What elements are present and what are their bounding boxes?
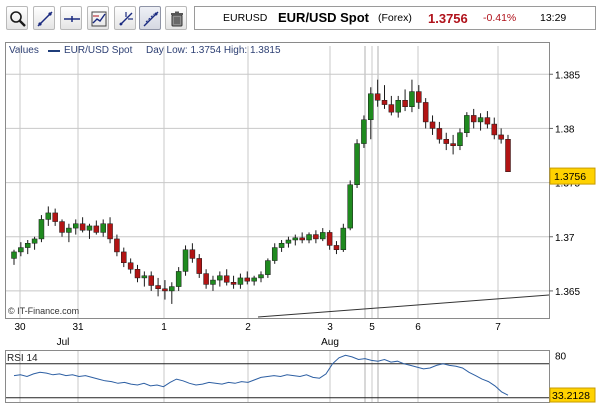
rsi-y-tick-label: 80	[555, 351, 567, 362]
draw-line-button[interactable]	[33, 6, 55, 30]
ticker-time: 13:29	[540, 12, 567, 24]
price-chart-frame	[5, 42, 550, 319]
horizontal-line-icon	[64, 16, 80, 22]
indicators-icon	[91, 11, 107, 27]
zoom-icon	[10, 11, 26, 27]
watermark: © IT-Finance.com	[8, 306, 80, 316]
y-tick-label: 1.375	[555, 179, 580, 190]
ticker-symbol: EURUSD	[223, 12, 268, 24]
delete-button[interactable]	[165, 6, 187, 30]
y-tick-label: 1.37	[555, 233, 575, 244]
x-month-label: Jul	[57, 337, 70, 348]
last-price-label: 1.3756	[554, 171, 586, 183]
legend-values-label: Values	[9, 45, 39, 56]
legend-day-range: Day Low: 1.3754 High: 1.3815	[146, 45, 281, 56]
y-tick-label: 1.38	[555, 124, 575, 135]
x-day-label: 7	[495, 322, 501, 333]
x-month-label: Aug	[321, 337, 339, 348]
trendline-tool-button[interactable]	[139, 6, 161, 30]
x-day-label: 6	[415, 322, 421, 333]
ticker-bar: EURUSD EUR/USD Spot (Forex) 1.3756 -0.41…	[194, 6, 596, 30]
y-tick-label: 1.365	[555, 287, 580, 298]
x-day-label: 1	[161, 322, 167, 333]
crosshair-button[interactable]	[114, 6, 136, 30]
rsi-value-label: 33.2128	[552, 390, 590, 402]
y-tick-label: 1.385	[555, 70, 580, 81]
x-day-label: 31	[72, 322, 84, 333]
ticker-source: (Forex)	[378, 12, 412, 24]
last-price-tag	[549, 167, 596, 185]
crosshair-icon	[119, 12, 133, 26]
rsi-chart-frame	[5, 350, 550, 403]
chart-window: EURUSD EUR/USD Spot (Forex) 1.3756 -0.41…	[0, 0, 600, 406]
zoom-button[interactable]	[6, 6, 28, 30]
legend-swatch	[48, 50, 60, 52]
horizontal-line-button[interactable]	[60, 6, 82, 30]
x-day-label: 2	[245, 322, 251, 333]
trendline-tool-icon	[143, 11, 159, 27]
x-day-label: 30	[14, 322, 26, 333]
ticker-change: -0.41%	[483, 12, 517, 24]
x-day-label: 3	[327, 322, 333, 333]
trash-icon	[171, 11, 183, 27]
ticker-price: 1.3756	[428, 11, 468, 26]
x-day-label: 5	[369, 322, 375, 333]
indicators-button[interactable]	[87, 6, 109, 30]
legend-series-name: EUR/USD Spot	[64, 45, 133, 56]
rsi-label: RSI 14	[7, 353, 38, 364]
rsi-value-tag	[549, 387, 596, 403]
draw-line-icon	[37, 11, 53, 27]
ticker-title: EUR/USD Spot	[278, 10, 369, 25]
